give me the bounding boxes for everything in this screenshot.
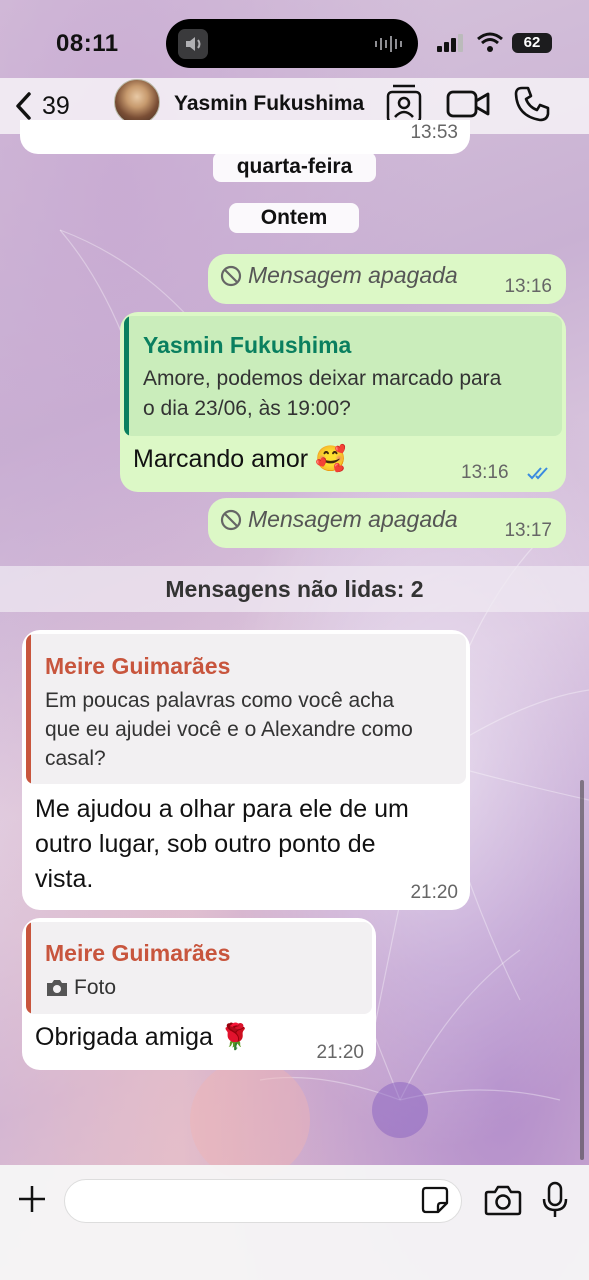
video-camera-icon — [446, 90, 490, 118]
read-ticks-icon — [527, 467, 548, 480]
dynamic-island — [166, 19, 418, 68]
audio-wave-icon — [375, 36, 402, 52]
quoted-sender-name: Yasmin Fukushima — [143, 332, 352, 358]
quoted-message[interactable]: Yasmin Fukushima Amore, podemos deixar m… — [124, 316, 562, 436]
message-time: 13:17 — [504, 520, 552, 541]
voice-call-button[interactable] — [510, 82, 554, 126]
camera-icon[interactable] — [484, 1183, 522, 1217]
status-bar: 08:11 62 — [0, 0, 589, 78]
camera-icon — [47, 980, 67, 996]
phone-icon — [514, 86, 550, 122]
speaker-icon — [178, 29, 208, 59]
message-time: 13:53 — [410, 122, 458, 143]
quoted-text-line: casal? — [45, 747, 106, 770]
message-text-line: Me ajudou a olhar para ele de um — [35, 795, 409, 823]
contact-card-icon — [386, 84, 422, 124]
date-separator-wednesday: quarta-feira — [213, 152, 376, 182]
quoted-text: Foto — [74, 976, 117, 999]
deleted-message-text: Mensagem apagada — [248, 262, 458, 288]
chevron-left-icon — [16, 92, 31, 120]
message-text-line: outro lugar, sob outro ponto de — [35, 830, 376, 858]
wifi-icon — [477, 32, 503, 52]
quoted-text-line: que eu ajudei você e o Alexandre como — [45, 718, 413, 741]
deleted-message-text: Mensagem apagada — [248, 506, 458, 532]
previous-message-bubble[interactable]: 13:53 — [20, 120, 470, 154]
message-text: Marcando amor 🥰 — [133, 445, 347, 473]
unread-chats-count: 39 — [42, 91, 70, 120]
outgoing-deleted-message[interactable]: Mensagem apagada 13:17 — [208, 498, 566, 548]
message-text: Obrigada amiga 🌹 — [35, 1023, 251, 1051]
outgoing-deleted-message[interactable]: Mensagem apagada 13:16 — [208, 254, 566, 304]
incoming-reply-message[interactable]: Meire Guimarães Em poucas palavras como … — [22, 630, 470, 910]
deleted-icon — [220, 265, 242, 286]
message-input[interactable] — [64, 1179, 462, 1223]
message-time: 21:20 — [410, 882, 458, 903]
message-input-bar — [0, 1165, 589, 1280]
scrollbar[interactable] — [580, 780, 584, 1160]
quoted-text-line: Em poucas palavras como você acha — [45, 689, 395, 712]
microphone-icon[interactable] — [540, 1181, 570, 1219]
deleted-icon — [220, 509, 242, 530]
incoming-reply-message[interactable]: Meire Guimarães Foto Obrigada amiga 🌹 21… — [22, 918, 376, 1070]
date-separator-yesterday: Ontem — [229, 203, 359, 233]
status-time: 08:11 — [56, 30, 119, 57]
quoted-message[interactable]: Meire Guimarães Em poucas palavras como … — [26, 634, 466, 784]
battery-indicator: 62 — [512, 33, 552, 53]
contact-name[interactable]: Yasmin Fukushima — [174, 92, 364, 116]
message-time: 13:16 — [504, 276, 552, 297]
quoted-sender-name: Meire Guimarães — [45, 940, 231, 966]
quoted-sender-name: Meire Guimarães — [45, 653, 231, 679]
signal-icon — [437, 34, 463, 52]
outgoing-reply-message[interactable]: Yasmin Fukushima Amore, podemos deixar m… — [120, 312, 566, 492]
quoted-message[interactable]: Meire Guimarães Foto — [26, 922, 372, 1014]
unread-messages-banner: Mensagens não lidas: 2 — [0, 566, 589, 612]
message-time: 13:16 — [461, 462, 509, 483]
plus-icon[interactable] — [14, 1181, 50, 1217]
quoted-text-line: Amore, podemos deixar marcado para — [143, 367, 502, 390]
message-text-line: vista. — [35, 865, 94, 893]
contact-avatar[interactable] — [114, 79, 160, 125]
sticker-icon[interactable] — [420, 1185, 450, 1215]
message-time: 21:20 — [316, 1042, 364, 1063]
quoted-text-line: o dia 23/06, às 19:00? — [143, 397, 351, 420]
